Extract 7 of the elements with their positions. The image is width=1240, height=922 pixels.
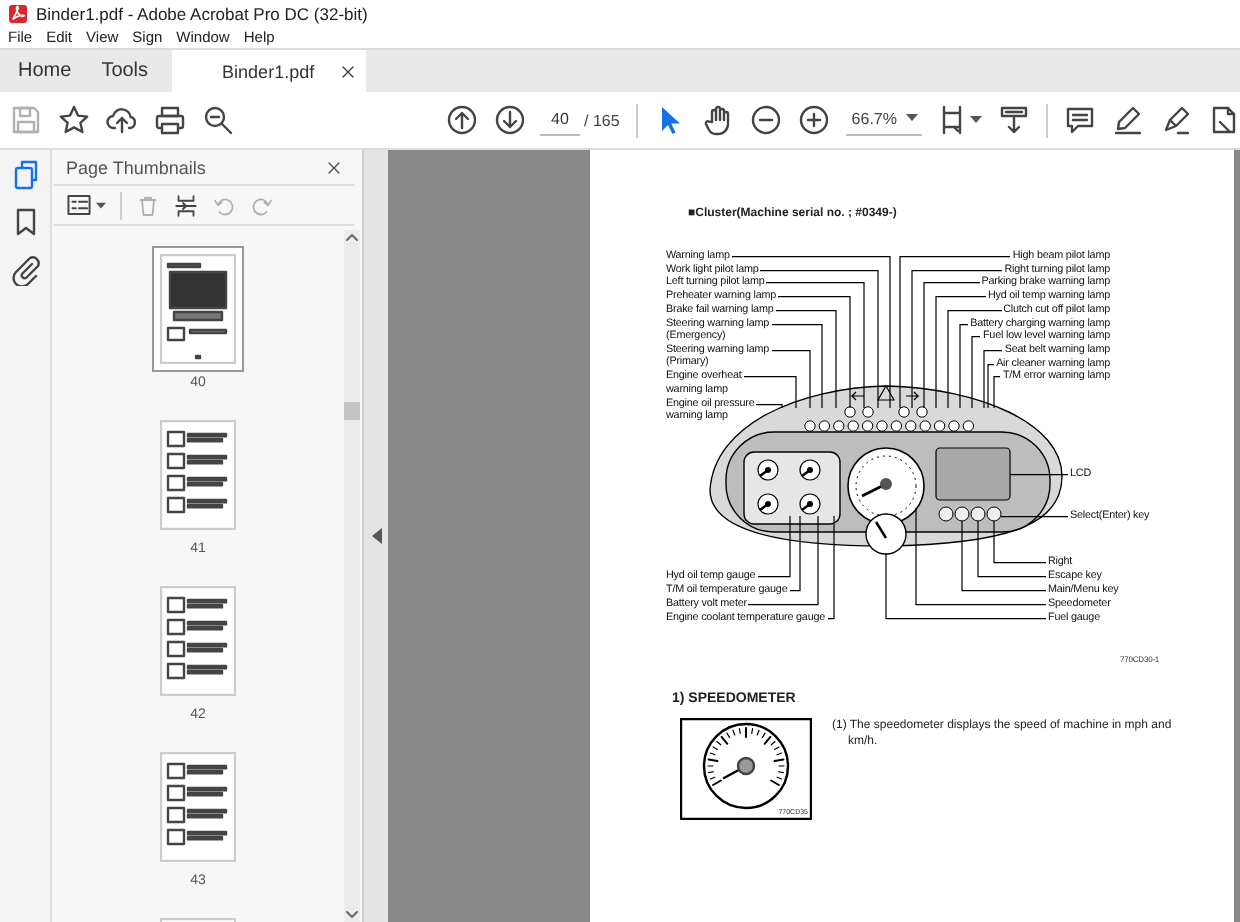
- panel-title: Page Thumbnails: [66, 157, 206, 177]
- window-title: Binder1.pdf - Adobe Acrobat Pro DC (32-bit): [36, 3, 368, 23]
- zoom-field[interactable]: 66.7%: [845, 105, 922, 135]
- tab[interactable]: Home: [0, 50, 86, 92]
- tab[interactable]: Tools: [85, 50, 163, 92]
- tab[interactable]: Binder1.pdf: [172, 50, 367, 92]
- page-count: / 165: [584, 111, 620, 129]
